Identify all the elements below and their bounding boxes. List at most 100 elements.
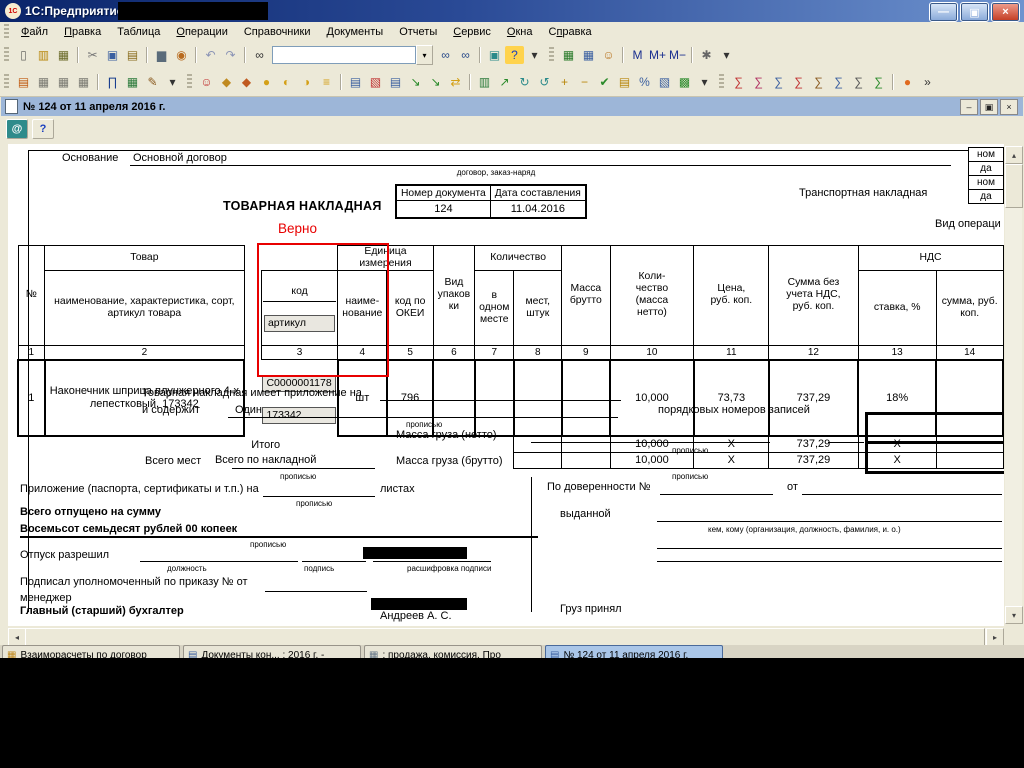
dropdown-icon[interactable]: ▾ [525,46,544,64]
sum-entries-icon[interactable]: ∑ [729,73,748,91]
undo-icon[interactable]: ↶ [201,46,220,64]
print-icon[interactable]: ▆ [152,46,171,64]
cash-register-icon[interactable]: ▦ [34,73,53,91]
cash-register-3-icon[interactable]: ▦ [74,73,93,91]
sale-basket-icon[interactable]: ◆ [217,73,236,91]
user-monitor-icon[interactable]: ☺ [599,46,618,64]
help-icon[interactable]: ? [32,119,54,139]
copy-icon[interactable]: ▣ [103,46,122,64]
save-icon[interactable]: ▦ [54,46,73,64]
redo-icon[interactable]: ↷ [221,46,240,64]
doc-return-icon[interactable]: ↺ [535,73,554,91]
ledger-icon[interactable]: ▥ [475,73,494,91]
sum-check-icon[interactable]: ∑ [869,73,888,91]
doc-coins-icon[interactable]: ▤ [615,73,634,91]
tab-prodazha[interactable]: ▦ : продажа, комиссия. Про [364,645,542,658]
calendar-icon[interactable]: ▦ [579,46,598,64]
find-icon[interactable]: ∞ [250,46,269,64]
menu-edit[interactable]: Правка [56,24,109,40]
cash-income-icon[interactable]: ◐ [277,73,296,91]
sum-debit-icon[interactable]: ∑ [749,73,768,91]
price-table-icon[interactable]: ▦ [123,73,142,91]
close-button[interactable]: × [991,2,1020,22]
doc-approve-icon[interactable]: ✔ [595,73,614,91]
odin-value[interactable]: Один [235,404,262,416]
menu-help[interactable]: Справка [541,24,600,40]
tab-vzaimoraschety[interactable]: ▦ Взаиморасчеты по договор [2,645,180,658]
doc-refresh-icon[interactable]: ↻ [515,73,534,91]
sum-credit-icon[interactable]: ∑ [769,73,788,91]
scroll-up-icon[interactable]: ▴ [1005,146,1023,164]
vertical-scrollbar[interactable]: ▴ ▾ [1005,146,1022,624]
invoice-client-icon[interactable]: ▤ [346,73,365,91]
dropdown-icon[interactable]: ▾ [695,73,714,91]
person-lookup-icon[interactable]: ▧ [655,73,674,91]
money-stack-icon[interactable]: ≡ [317,73,336,91]
more-buttons-icon[interactable]: » [918,73,937,91]
return-basket-icon[interactable]: ◆ [237,73,256,91]
vertical-scroll-thumb[interactable] [1005,164,1023,208]
menu-service[interactable]: Сервис [445,24,499,40]
scroll-left-icon[interactable]: ◂ [8,628,26,646]
scroll-down-icon[interactable]: ▾ [1005,606,1023,624]
copy-window-icon[interactable]: ▣ [485,46,504,64]
memory-icon[interactable]: М [628,46,647,64]
menu-operations[interactable]: Операции [168,24,235,40]
terminal-icon[interactable]: ▩ [675,73,694,91]
find-next-icon[interactable]: ∞ [436,46,455,64]
cabinet-icon[interactable]: ▤ [14,73,33,91]
menu-table[interactable]: Таблица [109,24,168,40]
search-input[interactable] [272,46,416,64]
sum-report-icon[interactable]: ∑ [829,73,848,91]
tab-waybill-124[interactable]: ▤ № 124 от 11 апреля 2016 г. [545,645,723,658]
sign-doc-icon[interactable]: ✎ [143,73,162,91]
minimize-button[interactable]: — [929,2,958,22]
menu-file[interactable]: Файл [13,24,56,40]
coins-remove-icon[interactable]: − [575,73,594,91]
coins-exchange-icon[interactable]: ⇄ [446,73,465,91]
sum-table-icon[interactable]: ∑ [849,73,868,91]
tab-dokumenty[interactable]: ▤ Документы кон... : 2016 г. - [183,645,361,658]
memory-plus-icon[interactable]: М+ [648,46,667,64]
cash-register-2-icon[interactable]: ▦ [54,73,73,91]
new-document-icon[interactable]: ▯ [14,46,33,64]
calculator-icon[interactable]: ▦ [559,46,578,64]
doc-restore-button[interactable]: ▣ [980,99,998,115]
open-icon[interactable]: ▥ [34,46,53,64]
doc-close-button[interactable]: × [1000,99,1018,115]
menu-directories[interactable]: Справочники [236,24,319,40]
find-previous-icon[interactable]: ∞ [456,46,475,64]
sum-partner-icon[interactable]: ∑ [789,73,808,91]
invoice-person-icon[interactable]: ▤ [386,73,405,91]
partners-icon[interactable]: ∏ [103,73,122,91]
item-artikul-field[interactable]: 173342 [262,407,335,424]
paste-icon[interactable]: ▤ [123,46,142,64]
tools-icon[interactable]: ✱ [697,46,716,64]
menu-reports[interactable]: Отчеты [391,24,445,40]
help-1c-icon[interactable]: ? [505,46,524,64]
service-ball-icon[interactable]: ● [898,73,917,91]
print-preview-icon[interactable]: ◉ [172,46,191,64]
cut-icon[interactable]: ✂ [83,46,102,64]
report-cube-icon[interactable]: ▧ [366,73,385,91]
osnovanie-value[interactable]: Основной договор [133,152,227,164]
export-2-icon[interactable]: ↘ [426,73,445,91]
dropdown-icon[interactable]: ▾ [163,73,182,91]
post-document-icon[interactable]: @ [6,119,28,139]
memory-minus-icon[interactable]: М− [668,46,687,64]
menu-windows[interactable]: Окна [499,24,541,40]
horizontal-scroll-thumb[interactable] [25,628,985,646]
person-red-icon[interactable]: ☺ [197,73,216,91]
menu-documents[interactable]: Документы [318,24,391,40]
chart-export-icon[interactable]: ↗ [495,73,514,91]
doc-percent-icon[interactable]: % [635,73,654,91]
doc-minimize-button[interactable]: – [960,99,978,115]
dropdown-icon[interactable]: ▾ [717,46,736,64]
menu-grip[interactable] [4,24,9,40]
combo-dropdown-icon[interactable]: ▾ [416,45,433,65]
export-icon[interactable]: ↘ [406,73,425,91]
coins-icon[interactable]: ● [257,73,276,91]
coins-add-icon[interactable]: + [555,73,574,91]
restore-button[interactable]: ▣ [960,2,989,22]
horizontal-scrollbar[interactable]: ◂ ▸ [8,628,1004,645]
